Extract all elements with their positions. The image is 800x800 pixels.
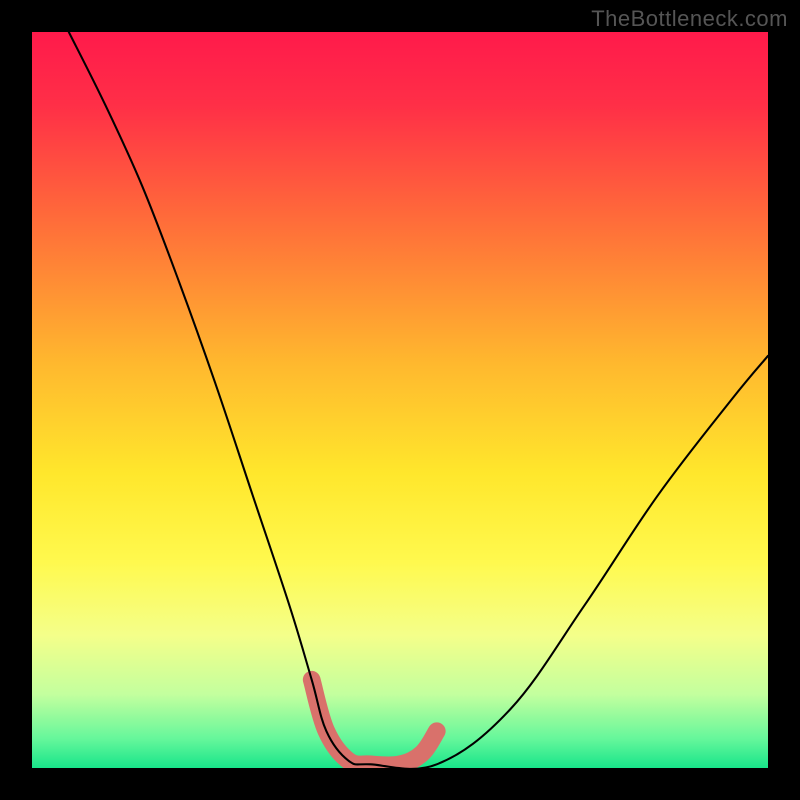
chart-frame: TheBottleneck.com <box>0 0 800 800</box>
bottleneck-curve <box>69 32 768 768</box>
plot-area <box>32 32 768 768</box>
watermark-text: TheBottleneck.com <box>591 6 788 32</box>
curve-layer <box>32 32 768 768</box>
highlight-segment <box>312 680 437 766</box>
